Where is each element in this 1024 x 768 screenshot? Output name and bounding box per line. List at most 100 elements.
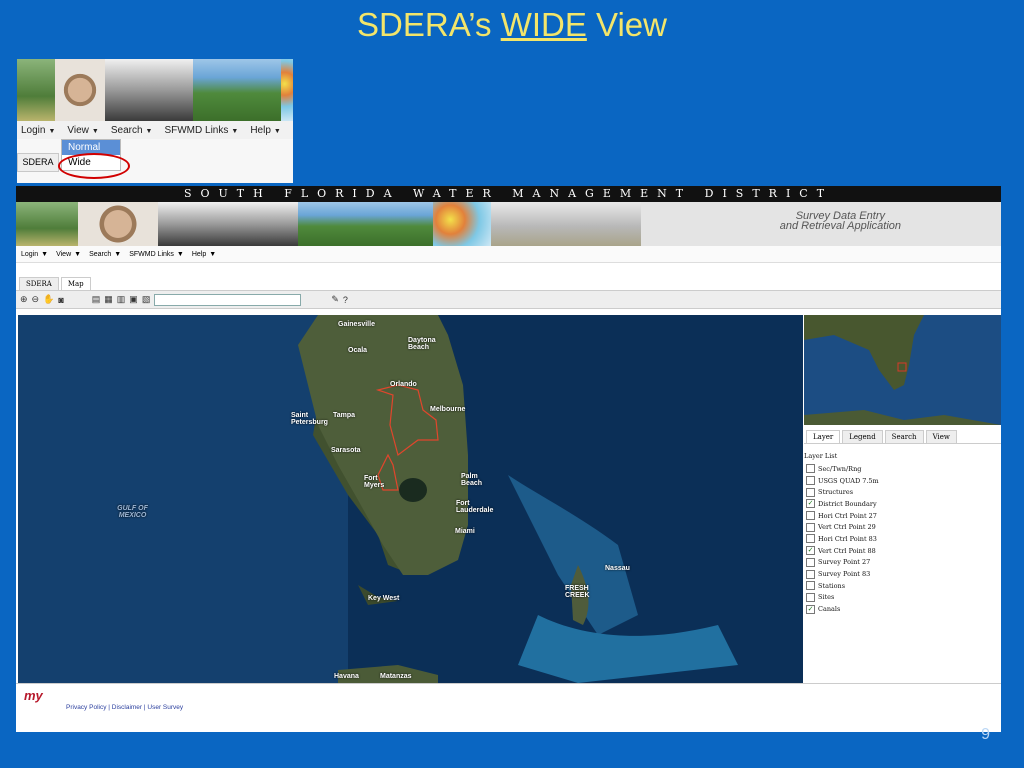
banner-photo [433,202,491,246]
banner-photo [491,202,641,246]
map-label-fort-lauderdale: Fort Lauderdale [456,500,494,514]
highlight-circle [58,153,130,179]
layer-checkbox[interactable] [806,557,815,567]
layer-label: District Boundary [818,499,877,508]
layer-checkbox[interactable]: ✓ [806,546,815,556]
panel-tabs: Layer Legend Search View [804,427,1001,444]
layer-checkbox[interactable] [806,476,815,486]
tab-search[interactable]: Search [884,430,924,443]
identify-icon[interactable]: ▦ [104,294,113,305]
side-panel: Layer Legend Search View Layer List Sec/… [804,315,1001,683]
layer-checkbox[interactable] [806,511,815,521]
layer-item[interactable]: Stations [804,580,1001,592]
banner-photo [105,59,193,121]
title-suffix: View [586,6,667,43]
chevron-down-icon: ▼ [114,250,122,258]
layer-item[interactable]: ✓ Vert Ctrl Point 88 [804,545,1001,557]
tab-view[interactable]: View [925,430,957,443]
layer-checkbox[interactable] [806,464,815,474]
print-icon[interactable]: ▤ [92,294,101,305]
district-seal-image [55,59,105,121]
menu-login[interactable]: Login ▼ [21,125,55,136]
layer-checkbox[interactable] [806,522,815,532]
chevron-down-icon: ▼ [48,127,56,135]
zoom-in-icon[interactable]: ⊕ [20,294,28,305]
layer-checkbox[interactable]: ✓ [806,604,815,614]
menu-search[interactable]: Search ▼ [89,251,121,258]
main-screenshot: SOUTH FLORIDA WATER MANAGEMENT DISTRICT … [16,186,1001,732]
layer-item[interactable]: Survey Point 83 [804,568,1001,580]
map-label-gainesville: Gainesville [338,321,375,328]
layer-checkbox[interactable] [806,581,815,591]
my-sfwmd-logo[interactable]: my [24,688,43,703]
menu-sfwmd-links[interactable]: SFWMD Links ▼ [129,251,184,258]
menu-search[interactable]: Search ▼ [111,125,153,136]
map-label-fort-myers: Fort Myers [364,475,385,489]
map-label-fresh-creek: FRESH CREEK [565,585,590,599]
menu-view[interactable]: View ▼ [67,125,98,136]
layer-item[interactable]: Sites [804,592,1001,604]
pan-hand-icon[interactable]: ✋ [43,294,54,305]
map-label-gulf: GULF OF MEXICO [117,505,148,519]
layer-item[interactable]: Hori Ctrl Point 83 [804,533,1001,545]
map-label-palm-beach: Palm Beach [461,473,483,487]
banner-photo [193,59,281,121]
layer-item[interactable]: USGS QUAD 7.5m [804,475,1001,487]
inset-screenshot: Login ▼ View ▼ Search ▼ SFWMD Links ▼ Help ▼ … [17,59,293,183]
layer-item[interactable]: Hori Ctrl Point 27 [804,510,1001,522]
app-title: Survey Data Entry and Retrieval Applicat… [779,211,901,232]
overview-map[interactable] [804,315,1001,425]
menu-help[interactable]: Help ▼ [192,251,216,258]
tab-legend[interactable]: Legend [842,430,883,443]
layer-label: Stations [818,581,846,590]
chevron-down-icon: ▼ [176,250,184,258]
layer-checkbox[interactable] [806,534,815,544]
layer-item[interactable]: Sec/Twn/Rng [804,463,1001,475]
layer-label: Survey Point 83 [818,570,871,579]
menu-sfwmd-links[interactable]: SFWMD Links ▼ [164,125,238,136]
chevron-down-icon: ▼ [209,250,217,258]
full-extent-icon[interactable]: ◙ [58,295,63,305]
layer-select[interactable] [154,293,302,306]
slide-title: SDERA’s WIDE View [0,6,1024,44]
layer-item[interactable]: Vert Ctrl Point 29 [804,521,1001,533]
layer-checkbox[interactable]: ✓ [806,499,815,509]
menu-view[interactable]: View ▼ [56,251,81,258]
clear-icon[interactable]: ▣ [129,294,138,305]
map-label-miami: Miami [455,528,475,535]
layer-label: Vert Ctrl Point 88 [818,546,876,555]
help-icon[interactable]: ? [343,295,348,305]
district-header: SOUTH FLORIDA WATER MANAGEMENT DISTRICT [16,186,1001,202]
layer-checkbox[interactable] [806,592,815,602]
app-title-line2: and Retrieval Application [779,220,901,232]
zoom-out-icon[interactable]: ⊖ [32,294,40,305]
layer-label: Hori Ctrl Point 27 [818,511,877,520]
map-label-nassau: Nassau [605,565,630,572]
layer-item[interactable]: Structures [804,486,1001,498]
chevron-down-icon: ▼ [74,250,82,258]
satellite-map[interactable]: Gainesville Ocala Daytona Beach Orlando … [18,315,803,683]
tab-sdera[interactable]: SDERA [19,277,59,290]
app-banner: Survey Data Entry and Retrieval Applicat… [16,202,1001,246]
layer-checkbox[interactable] [806,487,815,497]
layer-checkbox[interactable] [806,569,815,579]
select-icon[interactable]: ▥ [117,294,126,305]
layer-item[interactable]: Survey Point 27 [804,557,1001,569]
map-label-sarasota: Sarasota [331,447,361,454]
footer-links[interactable]: Privacy Policy | Disclaimer | User Surve… [66,704,183,711]
tab-sdera[interactable]: SDERA [17,153,59,172]
layer-label: USGS QUAD 7.5m [818,476,879,485]
table-icon[interactable]: ▧ [142,294,151,305]
menu-help[interactable]: Help ▼ [250,125,281,136]
menu-login[interactable]: Login ▼ [21,251,48,258]
title-prefix: SDERA’s [357,6,501,43]
map-label-key-west: Key West [368,595,400,602]
eraser-icon[interactable]: ✎ [331,294,339,305]
inset-banner [17,59,293,121]
tab-layer[interactable]: Layer [806,430,841,443]
layer-label: Sites [818,593,835,602]
layer-item[interactable]: ✓ District Boundary [804,498,1001,510]
tab-map[interactable]: Map [60,277,91,290]
inset-menu-bar: Login ▼ View ▼ Search ▼ SFWMD Links ▼ Help ▼ [17,121,293,139]
layer-item[interactable]: ✓ Canals [804,603,1001,615]
